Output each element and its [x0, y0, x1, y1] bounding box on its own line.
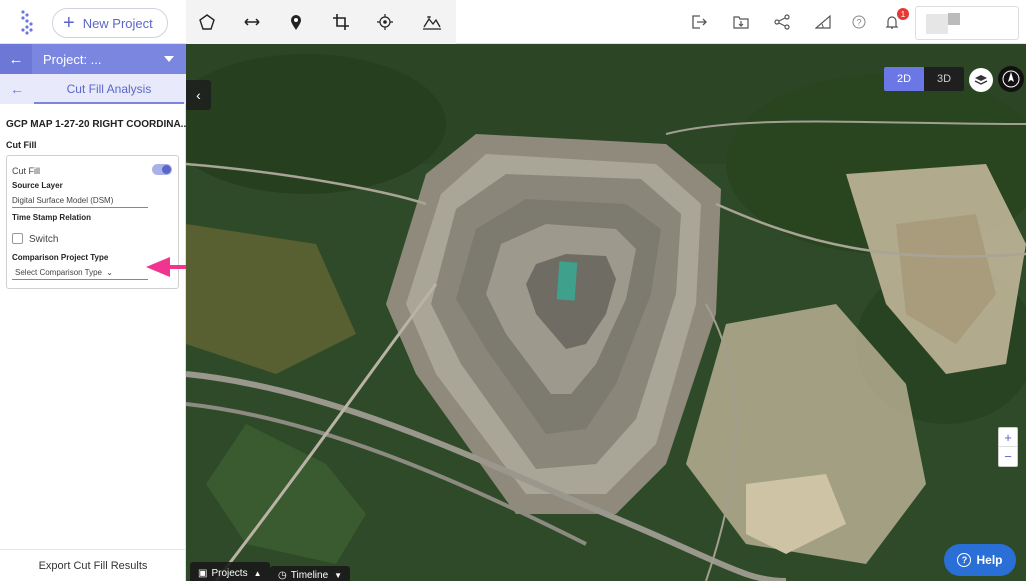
app-logo-icon[interactable] [14, 9, 40, 35]
chevron-down-icon: ⌄ [106, 268, 113, 277]
help-label: Help [976, 553, 1003, 567]
source-layer-field[interactable]: Digital Surface Model (DSM) [12, 196, 148, 208]
switch-checkbox[interactable] [12, 233, 23, 244]
back-arrow-icon[interactable]: ← [0, 44, 32, 74]
view-mode-toggle: 2D 3D [884, 67, 964, 91]
layers-icon[interactable] [969, 68, 993, 92]
question-icon: ? [957, 553, 972, 567]
caret-down-icon[interactable] [164, 56, 174, 62]
project-title: Project: ... [43, 52, 102, 67]
compass-icon[interactable] [998, 66, 1024, 92]
projects-tab[interactable]: ▣ Projects ▲ [190, 562, 270, 581]
caret-up-icon: ▲ [253, 568, 262, 578]
comparison-type-select[interactable]: Select Comparison Type ⌄ [12, 268, 148, 280]
source-layer-heading: Source Layer [12, 181, 63, 190]
map-name: GCP MAP 1-27-20 RIGHT COORDINA... [6, 119, 189, 130]
tab-underline [34, 102, 184, 104]
user-menu[interactable] [915, 6, 1019, 40]
zoom-out-button[interactable]: − [999, 447, 1017, 466]
new-project-button[interactable]: + New Project [52, 8, 168, 38]
slope-icon[interactable] [813, 12, 833, 32]
location-pin-icon[interactable] [285, 11, 307, 33]
notification-badge: 1 [897, 8, 909, 20]
zoom-in-button[interactable]: + [999, 428, 1017, 447]
avatar [926, 14, 948, 34]
drawing-tools [186, 0, 456, 44]
projects-tab-label: Projects [211, 567, 248, 579]
sidebar: ← Project: ... ← Cut Fill Analysis GCP M… [0, 44, 252, 581]
project-header[interactable]: ← Project: ... [0, 44, 186, 74]
export-icon[interactable] [689, 12, 709, 32]
download-icon[interactable] [731, 12, 751, 32]
section-title: Cut Fill [6, 140, 37, 150]
image-icon: ▣ [198, 567, 208, 579]
export-results-button[interactable]: Export Cut Fill Results [0, 549, 186, 581]
svg-text:?: ? [856, 18, 861, 28]
map-view[interactable]: ‹ 2D 3D + − ▣ Projects ▲ ◷ Timeline ▼ ? … [186, 44, 1026, 581]
crop-icon[interactable] [330, 11, 352, 33]
share-icon[interactable] [772, 12, 792, 32]
toggle-knob [162, 165, 171, 174]
comparison-heading: Comparison Project Type [12, 253, 109, 262]
top-toolbar: + New Project ? 1 [0, 0, 1026, 44]
polygon-icon[interactable] [196, 11, 218, 33]
new-project-label: New Project [82, 15, 153, 31]
target-icon[interactable] [374, 11, 396, 33]
cut-fill-label: Cut Fill [12, 166, 41, 176]
comparison-placeholder: Select Comparison Type [15, 268, 103, 277]
elevation-profile-icon[interactable] [421, 11, 443, 33]
timeline-tab[interactable]: ◷ Timeline ▼ [270, 566, 351, 581]
satellite-imagery [186, 44, 1026, 581]
measure-distance-icon[interactable] [241, 11, 263, 33]
help-circle-icon[interactable]: ? [849, 12, 869, 32]
view-2d-button[interactable]: 2D [884, 67, 924, 91]
collapse-sidebar-button[interactable]: ‹ [186, 80, 211, 110]
caret-down-icon: ▼ [334, 570, 343, 580]
sub-header: ← Cut Fill Analysis [0, 74, 186, 104]
view-3d-button[interactable]: 3D [924, 67, 964, 91]
time-stamp-heading: Time Stamp Relation [12, 213, 91, 222]
timeline-tab-label: Timeline [290, 569, 329, 581]
cut-fill-toggle[interactable] [152, 164, 172, 175]
avatar-accent [948, 13, 960, 25]
switch-label: Switch [29, 234, 59, 245]
tab-cut-fill-analysis[interactable]: Cut Fill Analysis [34, 82, 184, 96]
zoom-control: + − [998, 427, 1018, 467]
sub-back-arrow-icon[interactable]: ← [10, 81, 24, 97]
help-button[interactable]: ? Help [944, 544, 1016, 576]
clock-icon: ◷ [278, 569, 287, 581]
plus-icon: + [63, 12, 75, 34]
